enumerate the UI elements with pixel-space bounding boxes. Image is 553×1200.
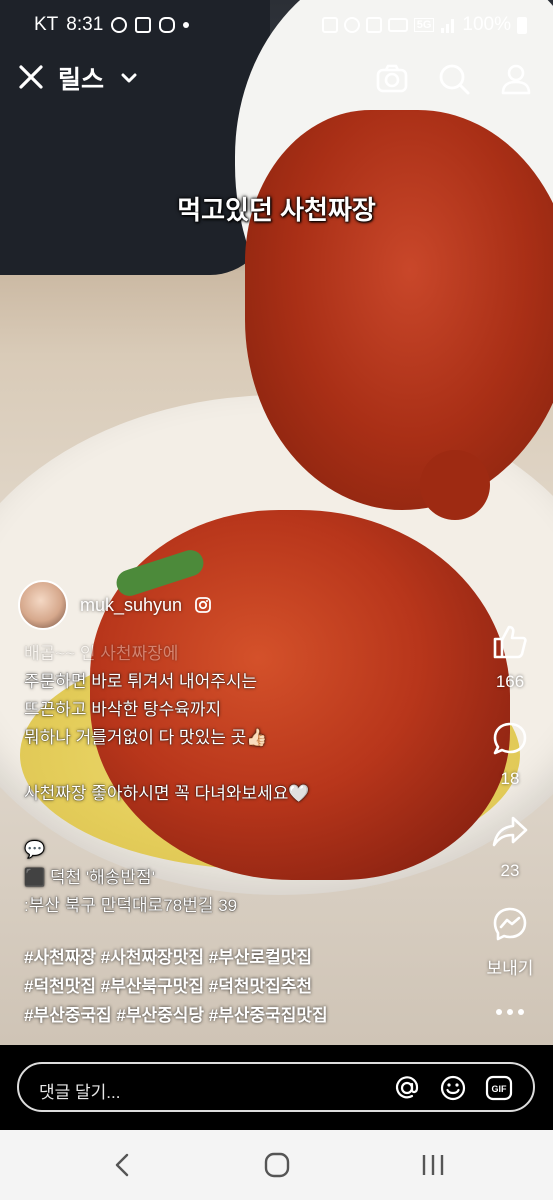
gallery-icon <box>135 17 152 33</box>
camera-icon[interactable] <box>375 62 409 96</box>
thumbs-up-icon <box>493 625 527 659</box>
signal-icon <box>441 19 455 33</box>
page-title[interactable]: 릴스 <box>58 60 104 96</box>
network-badge: 5G <box>413 18 435 32</box>
avatar[interactable] <box>18 580 68 630</box>
share-count: 23 <box>500 861 520 880</box>
send-button[interactable]: 보내기 <box>479 905 541 979</box>
description-line-faded: 배곱~~ 인 사천짜장에 <box>24 644 179 663</box>
battery-icon <box>517 16 527 34</box>
description-line: ⬛ 덕천 '해송반점' <box>24 868 155 887</box>
comment-bar: 댓글 달기... GIF <box>0 1045 553 1130</box>
share-arrow-icon <box>492 816 528 847</box>
alarm-clock-icon <box>343 17 360 33</box>
more-horizontal-icon <box>496 1009 524 1015</box>
chevron-down-icon[interactable] <box>121 72 137 84</box>
comment-input[interactable]: 댓글 달기... GIF <box>17 1062 535 1112</box>
send-label: 보내기 <box>486 959 534 978</box>
comment-count: 18 <box>500 769 520 788</box>
reels-header: 릴스 <box>0 62 553 102</box>
recent-apps-icon[interactable] <box>418 1150 448 1180</box>
comment-button[interactable]: 18 <box>479 720 541 789</box>
description-line: 주문하면 바로 튀겨서 내어주시는 <box>24 672 258 691</box>
video-caption-overlay: 먹고있던 사천짜장 <box>177 195 376 225</box>
like-button[interactable]: 166 <box>479 623 541 692</box>
sync-icon <box>159 17 176 33</box>
messenger-icon <box>493 907 527 941</box>
comment-icon <box>493 722 527 755</box>
search-icon[interactable] <box>437 62 471 96</box>
back-icon[interactable] <box>108 1150 138 1180</box>
hashtag-line[interactable]: #덕천맛집 #부산북구맛집 #덕천맛집추천 <box>24 972 328 1001</box>
description-line: 뭐하나 거를거없이 다 맛있는 곳👍🏻 <box>24 728 268 747</box>
description-line <box>24 808 474 836</box>
hashtag-line[interactable]: #부산중국집 #부산중식당 #부산중국집맛집 <box>24 1001 328 1030</box>
status-bar: KT 8:31 5G 100% <box>0 0 553 52</box>
battery-percent: 100% <box>462 14 511 35</box>
close-icon[interactable] <box>18 64 44 90</box>
hd-icon <box>387 18 408 32</box>
instagram-icon <box>195 597 211 613</box>
alarm-icon <box>111 17 128 33</box>
system-navigation-bar <box>0 1130 553 1200</box>
carrier-label: KT <box>34 14 59 35</box>
description-line: 뜨끈하고 바삭한 탕수육까지 <box>24 700 222 719</box>
person-icon[interactable] <box>499 62 533 96</box>
emoji-icon[interactable] <box>439 1074 467 1102</box>
mute-icon <box>365 17 382 33</box>
lock-icon <box>321 17 338 33</box>
home-icon[interactable] <box>262 1150 292 1180</box>
notification-dot-icon <box>183 22 190 28</box>
like-count: 166 <box>495 672 525 691</box>
clock: 8:31 <box>66 14 104 35</box>
description-line: :부산 북구 만덕대로78번길 39 <box>24 896 238 915</box>
comment-placeholder: 댓글 달기... <box>39 1083 121 1102</box>
sauce-drip <box>420 450 490 520</box>
gif-icon[interactable]: GIF <box>485 1074 513 1102</box>
ladle-sauce <box>245 110 553 510</box>
share-button[interactable]: 23 <box>479 812 541 881</box>
mention-icon[interactable] <box>393 1074 421 1102</box>
description-line: 💬 <box>24 840 46 859</box>
description-line <box>24 752 474 780</box>
more-options-button[interactable] <box>479 1000 541 1029</box>
post-description[interactable]: 배곱~~ 인 사천짜장에 주문하면 바로 튀겨서 내어주시는 뜨끈하고 바삭한 … <box>24 640 474 920</box>
description-line: 사천짜장 좋아하시면 꼭 다녀와보세요🤍 <box>24 784 310 803</box>
post-author[interactable]: muk_suhyun <box>18 580 212 630</box>
hashtag-line[interactable]: #사천짜장 #사천짜장맛집 #부산로컬맛집 <box>24 943 328 972</box>
hashtag-list: #사천짜장 #사천짜장맛집 #부산로컬맛집 #덕천맛집 #부산북구맛집 #덕천맛… <box>24 943 328 1030</box>
svg-text:GIF: GIF <box>492 1084 508 1094</box>
username[interactable]: muk_suhyun <box>80 595 182 616</box>
